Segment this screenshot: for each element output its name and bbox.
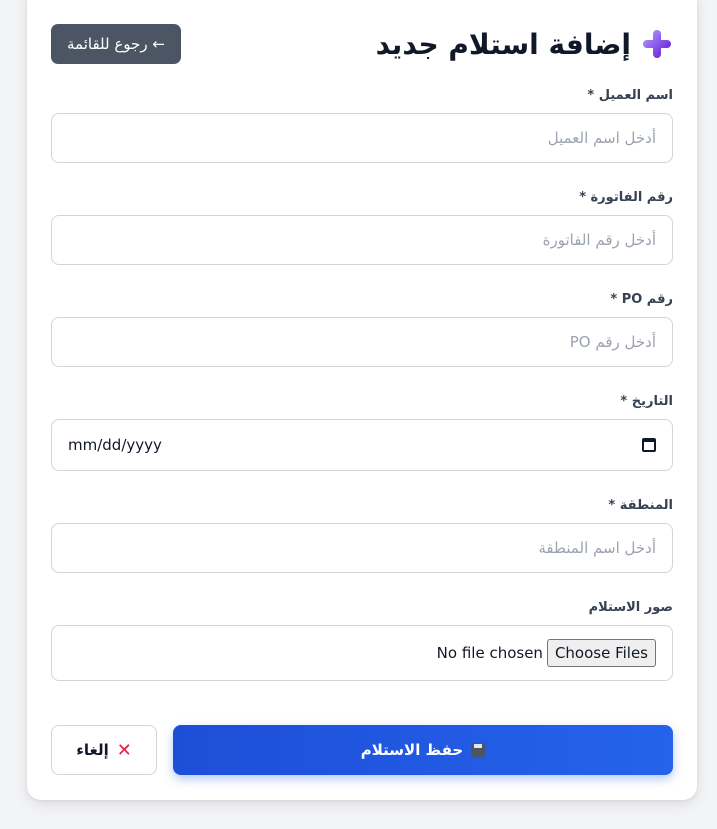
form-actions: حفظ الاستلام ✕ إلغاء — [51, 725, 673, 775]
po-input[interactable]: أدخل رقم PO — [51, 317, 673, 367]
po-label: رقم PO * — [610, 292, 673, 307]
customer-input[interactable]: أدخل اسم العميل — [51, 113, 673, 163]
cancel-button[interactable]: ✕ إلغاء — [51, 725, 157, 775]
file-status: No file chosen — [436, 644, 543, 662]
plus-icon — [641, 28, 673, 60]
save-button[interactable]: حفظ الاستلام — [173, 725, 673, 775]
invoice-field: رقم الفاتورة * أدخل رقم الفاتورة — [51, 190, 673, 265]
calendar-icon[interactable] — [642, 438, 656, 452]
page-title: إضافة استلام جديد — [376, 28, 673, 61]
save-label: حفظ الاستلام — [360, 741, 464, 759]
x-icon: ✕ — [116, 739, 132, 761]
cancel-label: إلغاء — [76, 741, 109, 759]
region-label: المنطقة * — [608, 498, 673, 513]
page-title-text: إضافة استلام جديد — [375, 27, 631, 61]
date-value: mm/dd/yyyy — [68, 436, 162, 454]
customer-label: اسم العميل * — [587, 88, 673, 103]
choose-files-button[interactable]: Choose Files — [546, 639, 656, 667]
invoice-label: رقم الفاتورة * — [579, 190, 673, 205]
photos-file-input[interactable]: No file chosen Choose Files — [51, 625, 673, 681]
form-card: إضافة استلام جديد ← رجوع للقائمة اسم الع… — [27, 0, 697, 800]
invoice-input[interactable]: أدخل رقم الفاتورة — [51, 215, 673, 265]
date-input[interactable]: mm/dd/yyyy — [51, 419, 673, 471]
date-field: التاريخ * mm/dd/yyyy — [51, 394, 673, 471]
header: إضافة استلام جديد ← رجوع للقائمة — [51, 20, 673, 68]
region-field: المنطقة * أدخل اسم المنطقة — [51, 498, 673, 573]
floppy-disk-icon — [471, 743, 486, 757]
photos-label: صور الاستلام — [588, 600, 673, 615]
back-to-list-button[interactable]: ← رجوع للقائمة — [51, 24, 181, 64]
region-input[interactable]: أدخل اسم المنطقة — [51, 523, 673, 573]
date-label: التاريخ * — [620, 394, 673, 409]
po-field: رقم PO * أدخل رقم PO — [51, 292, 673, 367]
photos-field: صور الاستلام No file chosen Choose Files — [51, 600, 673, 681]
customer-field: اسم العميل * أدخل اسم العميل — [51, 88, 673, 163]
